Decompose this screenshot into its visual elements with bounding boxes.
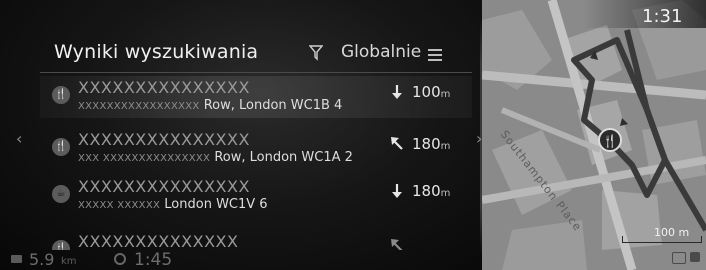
search-scope-label[interactable]: Globalnie <box>341 42 421 62</box>
trip-status-bar: 5.9 km 1:45 <box>0 248 706 270</box>
distance-unit: m <box>440 141 451 152</box>
result-row-1[interactable]: 🍴 XXXXXXXXXXXXXXX XXXXXXXXXXXXXXXXX Row,… <box>40 76 472 118</box>
arrow-down-icon <box>392 184 402 198</box>
remaining-distance: 5.9 <box>29 250 55 269</box>
address-text: Row, London WC1B 4 <box>203 98 343 113</box>
address-masked-text: XXXXXXXXXXXXXXXXX <box>78 101 200 112</box>
navigation-screen: Wyniki wyszukiwania Globalnie 🍴 XXXXXXXX… <box>0 0 706 270</box>
result-name: XXXXXXXXXXXXXXX <box>78 177 250 196</box>
remaining-time: 1:45 <box>134 250 173 270</box>
distance-flag-icon <box>11 255 22 263</box>
arrow-up-left-icon <box>391 137 403 150</box>
distance-unit: m <box>440 89 451 100</box>
clock: 1:31 <box>642 6 683 27</box>
distance-value: 100 <box>412 83 441 101</box>
result-distance: 180m <box>412 182 450 200</box>
filter-icon[interactable] <box>309 45 323 61</box>
list-menu-icon[interactable] <box>428 49 442 61</box>
result-row-3[interactable]: ☕ XXXXXXXXXXXXXXX XXXXX XXXXXX London WC… <box>40 175 472 217</box>
clock-icon <box>114 253 126 265</box>
address-text: London WC1V 6 <box>164 197 268 212</box>
distance-value: 180 <box>412 135 441 153</box>
cafe-icon: ☕ <box>52 185 70 203</box>
distance-unit: m <box>440 188 451 199</box>
restaurant-icon: 🍴 <box>52 86 70 104</box>
restaurant-icon: 🍴 <box>52 138 70 156</box>
result-address: XXX XXXXXXXXXXXXXXX Row, London WC1A 2 <box>78 150 353 165</box>
result-distance: 180m <box>412 135 450 153</box>
map-scale-bar <box>622 236 702 243</box>
result-name: XXXXXXXXXXXXXXX <box>78 78 250 97</box>
distance-value: 180 <box>412 182 441 200</box>
result-address: XXXXXXXXXXXXXXXXX Row, London WC1B 4 <box>78 98 342 113</box>
result-row-4[interactable]: 🍴 XXXXXXXXXXXXXX <box>40 230 472 250</box>
page-title: Wyniki wyszukiwania <box>54 41 259 63</box>
address-masked-text: XXXXX XXXXXX <box>78 200 161 211</box>
address-text: Row, London WC1A 2 <box>214 150 353 165</box>
previous-page-arrow[interactable]: ‹ <box>16 129 22 148</box>
svg-text:🍴: 🍴 <box>603 134 618 148</box>
search-results-panel: Wyniki wyszukiwania Globalnie 🍴 XXXXXXXX… <box>0 0 482 270</box>
remaining-distance-unit: km <box>61 256 77 267</box>
result-row-2[interactable]: 🍴 XXXXXXXXXXXXXXX XXX XXXXXXXXXXXXXXX Ro… <box>40 128 472 170</box>
address-masked-text: XXX XXXXXXXXXXXXXXX <box>78 153 211 164</box>
result-name: XXXXXXXXXXXXXXX <box>78 130 250 149</box>
arrow-down-icon <box>392 85 402 99</box>
result-distance: 100m <box>412 83 450 101</box>
header-divider <box>40 72 472 73</box>
result-address: XXXXX XXXXXX London WC1V 6 <box>78 197 268 212</box>
